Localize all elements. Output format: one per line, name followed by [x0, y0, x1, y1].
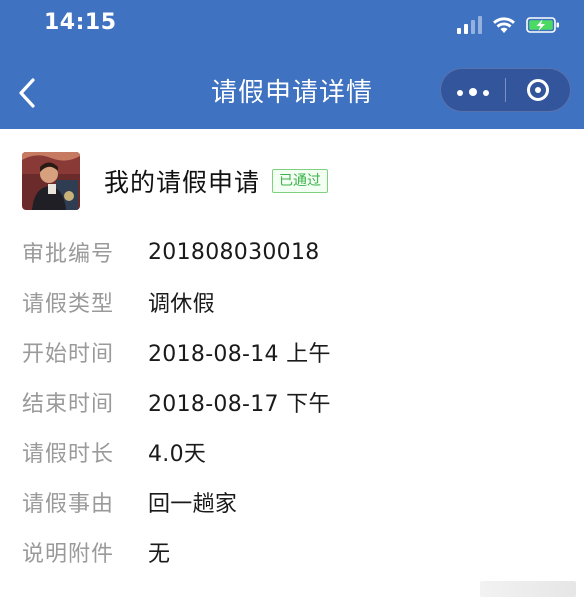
detail-value: 回一趟家 [148, 492, 238, 517]
battery-charging-icon [526, 16, 560, 34]
signal-icon [457, 16, 482, 34]
detail-row-reason: 请假事由 回一趟家 [22, 477, 562, 527]
detail-row-attachment: 说明附件 无 [22, 527, 562, 577]
detail-label: 请假类型 [22, 292, 115, 317]
detail-label: 请假时长 [22, 442, 115, 467]
detail-row-leave-type: 请假类型 调休假 [22, 277, 562, 327]
more-dots-icon [454, 81, 492, 100]
application-title: 我的请假申请 [104, 168, 261, 197]
detail-row-approval-number: 审批编号 201808030018 [22, 227, 562, 277]
mini-program-capsule [440, 68, 571, 112]
detail-value: 无 [148, 542, 171, 567]
detail-label: 说明附件 [22, 542, 115, 567]
status-time: 14:15 [44, 10, 117, 35]
detail-value: 4.0天 [148, 442, 207, 467]
detail-value: 调休假 [148, 292, 215, 317]
detail-label: 审批编号 [22, 242, 115, 267]
detail-row-duration: 请假时长 4.0天 [22, 427, 562, 477]
detail-label: 结束时间 [22, 392, 115, 417]
detail-label: 开始时间 [22, 342, 115, 367]
status-badge: 已通过 [272, 169, 329, 193]
detail-value: 201808030018 [148, 239, 320, 265]
detail-label: 请假事由 [22, 492, 115, 517]
header-bar: 14:15 请假申请详情 [0, 0, 584, 129]
close-button[interactable] [506, 68, 570, 112]
avatar [22, 152, 80, 210]
detail-value: 2018-08-14 上午 [148, 342, 331, 367]
more-button[interactable] [441, 68, 505, 112]
detail-row-end-time: 结束时间 2018-08-17 下午 [22, 377, 562, 427]
detail-list: 审批编号 201808030018 请假类型 调休假 开始时间 2018-08-… [22, 227, 562, 577]
application-title-row: 我的请假申请 已通过 [104, 163, 329, 199]
watermark [480, 581, 576, 597]
detail-value: 2018-08-17 下午 [148, 392, 331, 417]
wifi-icon [492, 16, 516, 34]
status-icons [457, 13, 560, 37]
detail-row-start-time: 开始时间 2018-08-14 上午 [22, 327, 562, 377]
target-close-icon [527, 79, 549, 101]
